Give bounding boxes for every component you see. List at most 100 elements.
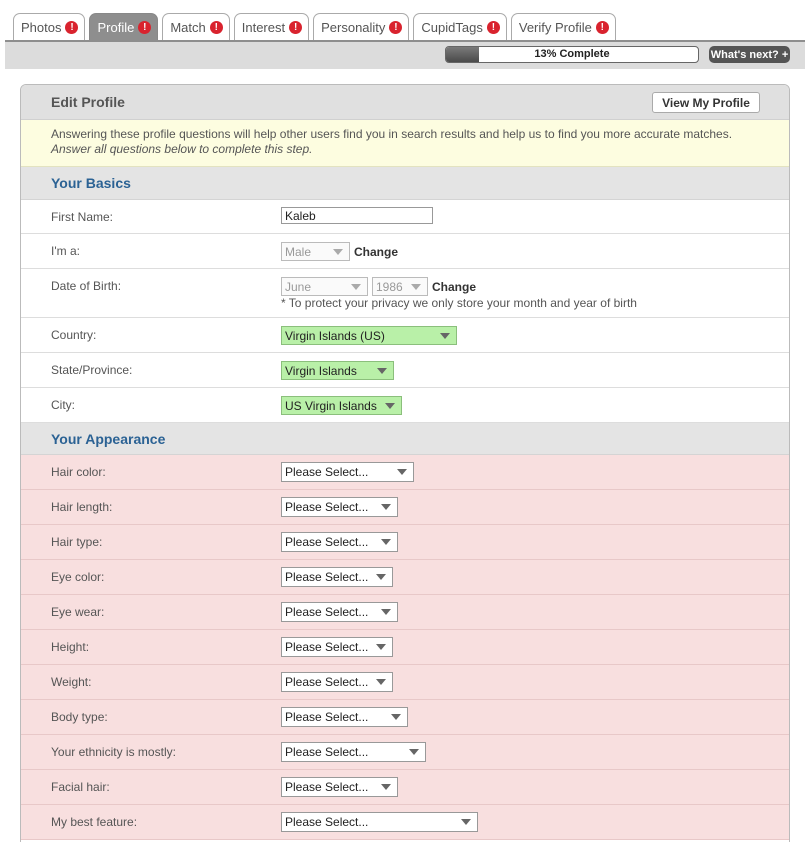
state-field-wrap: Virgin Islands <box>281 361 394 380</box>
city-select[interactable]: US Virgin Islands <box>281 396 402 415</box>
appearance-row: Eye wear: Please Select... <box>21 595 789 630</box>
appearance-select[interactable]: Please Select... <box>281 742 426 762</box>
appearance-select[interactable]: Please Select... <box>281 812 478 832</box>
appearance-field-label: Hair color: <box>51 465 106 479</box>
dob-year-select: 1986 <box>372 277 428 296</box>
state-select[interactable]: Virgin Islands <box>281 361 394 380</box>
change-gender-link[interactable]: Change <box>354 245 398 259</box>
appearance-field-wrap: Please Select... <box>281 532 398 552</box>
first-name-input[interactable] <box>281 207 433 224</box>
tab-photos[interactable]: Photos ! <box>13 13 86 41</box>
first-name-field-wrap <box>281 207 433 224</box>
city-value: US Virgin Islands <box>285 398 377 413</box>
alert-icon: ! <box>289 21 303 34</box>
appearance-select[interactable]: Please Select... <box>281 567 393 587</box>
view-my-profile-button[interactable]: View My Profile <box>652 92 760 113</box>
tab-interest[interactable]: Interest ! <box>233 13 310 41</box>
whats-next-button[interactable]: What's next? + <box>709 46 790 63</box>
tab-match[interactable]: Match ! <box>162 13 230 41</box>
chevron-down-icon <box>409 749 419 755</box>
row-country: Country: Virgin Islands (US) <box>21 318 789 353</box>
appearance-row: Hair color: Please Select... <box>21 455 789 490</box>
appearance-field-label: Weight: <box>51 675 92 689</box>
appearance-select[interactable]: Please Select... <box>281 532 398 552</box>
select-placeholder: Please Select... <box>285 710 369 724</box>
dob-month-value: June <box>285 279 312 294</box>
privacy-note: * To protect your privacy we only store … <box>281 296 637 310</box>
appearance-select[interactable]: Please Select... <box>281 637 393 657</box>
appearance-field-wrap: Please Select... <box>281 567 393 587</box>
chevron-down-icon <box>385 403 395 409</box>
profile-tabs: Photos ! Profile ! Match ! Interest ! Pe… <box>13 13 616 41</box>
gender-label: I'm a: <box>51 244 80 258</box>
select-placeholder: Please Select... <box>285 675 369 689</box>
select-placeholder: Please Select... <box>285 570 369 584</box>
first-name-label: First Name: <box>51 210 114 224</box>
appearance-select[interactable]: Please Select... <box>281 777 398 797</box>
appearance-field-label: Eye wear: <box>51 605 105 619</box>
chevron-down-icon <box>440 333 450 339</box>
progress-label: 13% Complete <box>534 48 610 60</box>
select-placeholder: Please Select... <box>285 465 369 479</box>
change-dob-link[interactable]: Change <box>432 280 476 294</box>
gender-field-wrap: Male Change <box>281 242 398 261</box>
state-value: Virgin Islands <box>285 363 357 378</box>
tab-profile[interactable]: Profile ! <box>89 13 159 41</box>
appearance-field-label: Your ethnicity is mostly: <box>51 745 176 759</box>
edit-profile-panel: Edit Profile View My Profile Answering t… <box>20 84 790 842</box>
tab-verify-profile[interactable]: Verify Profile ! <box>510 13 616 41</box>
appearance-field-label: My best feature: <box>51 815 138 829</box>
chevron-down-icon <box>381 539 391 545</box>
appearance-select[interactable]: Please Select... <box>281 497 398 517</box>
tab-label: Verify Profile <box>518 20 592 35</box>
appearance-select[interactable]: Please Select... <box>281 707 408 727</box>
profile-notice: Answering these profile questions will h… <box>21 120 789 167</box>
notice-text: Answering these profile questions will h… <box>51 127 733 141</box>
appearance-field-label: Body type: <box>51 710 108 724</box>
row-date-of-birth: Date of Birth: June 1986 Change * To pro… <box>21 269 789 318</box>
appearance-rows: Hair color: Please Select... Hair length: P… <box>21 455 789 840</box>
chevron-down-icon <box>461 819 471 825</box>
dob-month-select: June <box>281 277 368 296</box>
country-field-wrap: Virgin Islands (US) <box>281 326 457 345</box>
country-select[interactable]: Virgin Islands (US) <box>281 326 457 345</box>
select-placeholder: Please Select... <box>285 780 369 794</box>
appearance-select[interactable]: Please Select... <box>281 602 398 622</box>
chevron-down-icon <box>376 644 386 650</box>
appearance-field-wrap: Please Select... <box>281 462 414 482</box>
appearance-field-wrap: Please Select... <box>281 742 426 762</box>
chevron-down-icon <box>411 284 421 290</box>
appearance-select[interactable]: Please Select... <box>281 672 393 692</box>
appearance-row: Hair length: Please Select... <box>21 490 789 525</box>
city-field-wrap: US Virgin Islands <box>281 396 402 415</box>
appearance-field-wrap: Please Select... <box>281 707 408 727</box>
chevron-down-icon <box>377 368 387 374</box>
appearance-row: Height: Please Select... <box>21 630 789 665</box>
page-title: Edit Profile <box>51 94 125 110</box>
dob-label: Date of Birth: <box>51 279 122 293</box>
appearance-field-label: Facial hair: <box>51 780 110 794</box>
alert-icon: ! <box>486 21 500 34</box>
appearance-field-wrap: Please Select... <box>281 602 398 622</box>
select-placeholder: Please Select... <box>285 605 369 619</box>
appearance-select[interactable]: Please Select... <box>281 462 414 482</box>
dob-field-wrap: June 1986 Change <box>281 277 476 296</box>
chevron-down-icon <box>397 469 407 475</box>
alert-icon: ! <box>65 21 79 34</box>
tab-label: Personality <box>321 20 386 35</box>
section-your-appearance: Your Appearance <box>21 423 789 455</box>
appearance-row: Weight: Please Select... <box>21 665 789 700</box>
tab-personality[interactable]: Personality ! <box>313 13 410 41</box>
tab-cupidtags[interactable]: CupidTags ! <box>413 13 507 41</box>
alert-icon: ! <box>595 21 609 34</box>
chevron-down-icon <box>381 609 391 615</box>
chevron-down-icon <box>351 284 361 290</box>
appearance-field-label: Hair length: <box>51 500 113 514</box>
progress-strip: 13% Complete What's next? + <box>5 40 805 69</box>
select-placeholder: Please Select... <box>285 815 369 829</box>
appearance-field-wrap: Please Select... <box>281 672 393 692</box>
alert-icon: ! <box>389 21 403 34</box>
appearance-field-wrap: Please Select... <box>281 777 398 797</box>
select-placeholder: Please Select... <box>285 535 369 549</box>
appearance-row: Body type: Please Select... <box>21 700 789 735</box>
